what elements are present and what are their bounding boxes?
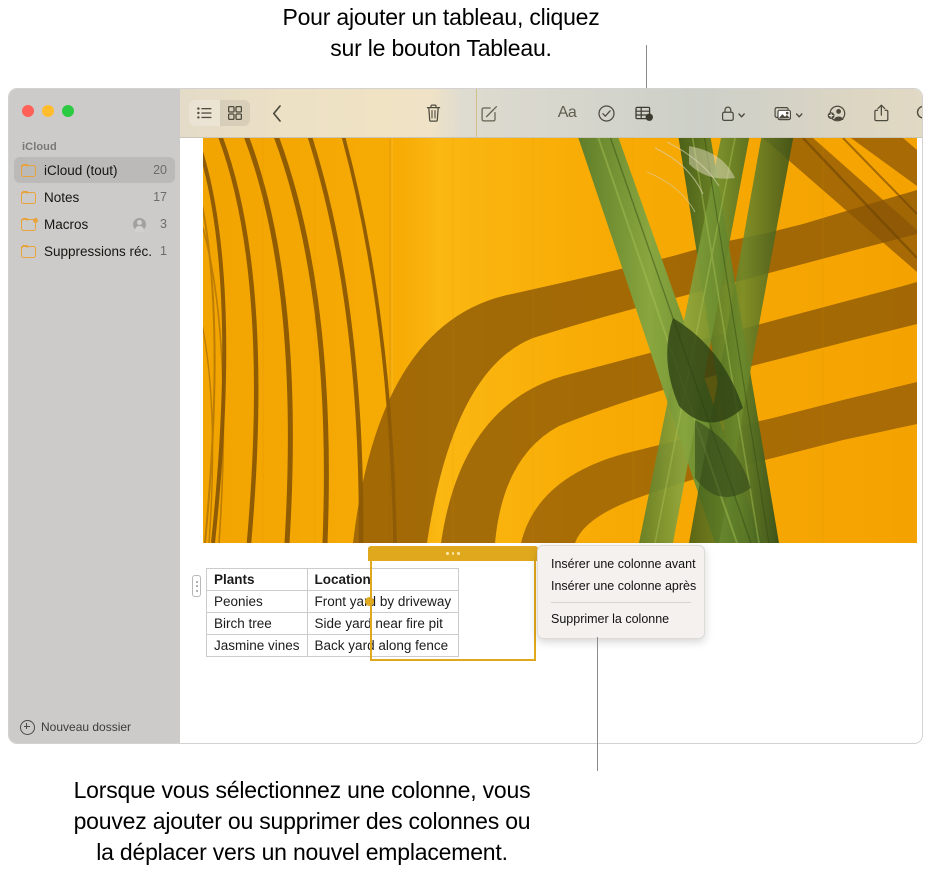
table-row: Peonies Front yard by driveway <box>206 590 460 613</box>
sidebar-item-count: 1 <box>160 244 167 258</box>
sidebar-item-label: Macros <box>44 216 89 232</box>
table-header-row: Plants Location <box>206 568 460 591</box>
sidebar-item-count: 17 <box>153 190 167 204</box>
table-button[interactable] <box>630 100 658 126</box>
folder-icon <box>21 244 37 258</box>
column-drag-handle[interactable] <box>368 546 538 561</box>
table-row: Birch tree Side yard near fire pit <box>206 612 460 635</box>
close-button[interactable] <box>22 105 34 117</box>
table-cell[interactable]: Back yard along fence <box>306 634 460 657</box>
table-cell[interactable]: Side yard near fire pit <box>306 612 460 635</box>
sidebar-section-title: iCloud <box>22 141 57 153</box>
sidebar-item-label: Suppressions réc... <box>44 243 153 259</box>
folder-icon <box>21 163 37 177</box>
column-context-menu[interactable]: Insérer une colonne avant Insérer une co… <box>537 545 705 639</box>
media-button[interactable] <box>770 100 810 126</box>
table-header-cell[interactable]: Plants <box>206 568 308 591</box>
sidebar-item-count: 3 <box>160 217 167 231</box>
list-view-button[interactable] <box>189 100 220 126</box>
table-row: Jasmine vines Back yard along fence <box>206 634 460 657</box>
note-photo <box>203 138 917 543</box>
sidebar: iCloud iCloud (tout) 20 Notes 17 Macros … <box>9 89 180 743</box>
table-cell[interactable]: Front yard by driveway <box>306 590 460 613</box>
callout-top-text: Pour ajouter un tableau, cliquez sur le … <box>282 4 600 61</box>
add-people-button[interactable] <box>823 100 851 126</box>
checklist-button[interactable] <box>593 100 619 126</box>
share-button[interactable] <box>868 100 894 126</box>
search-button[interactable] <box>911 100 922 126</box>
person-icon <box>133 217 146 232</box>
minimize-button[interactable] <box>42 105 54 117</box>
sidebar-item-notes[interactable]: Notes 17 <box>14 184 175 210</box>
menu-item-insert-column-before[interactable]: Insérer une colonne avant <box>538 553 704 575</box>
plus-circle-icon <box>20 719 35 735</box>
back-button[interactable] <box>266 100 288 126</box>
note-table[interactable]: Plants Location Peonies Front yard by dr… <box>206 568 460 657</box>
new-folder-button[interactable]: Nouveau dossier <box>9 711 180 743</box>
toolbar: Aa <box>180 89 922 138</box>
view-mode-segmented-control[interactable] <box>189 100 250 126</box>
table-cell[interactable]: Peonies <box>206 590 308 613</box>
sidebar-item-label: iCloud (tout) <box>44 162 118 178</box>
format-button[interactable]: Aa <box>552 100 582 126</box>
row-drag-handle[interactable] <box>192 575 201 597</box>
sidebar-item-macros[interactable]: Macros 3 <box>14 211 175 237</box>
shared-folder-icon <box>21 217 38 231</box>
menu-item-insert-column-after[interactable]: Insérer une colonne après <box>538 575 704 597</box>
callout-bottom-leader-line <box>597 637 599 771</box>
column-resize-handle[interactable] <box>365 597 374 606</box>
sidebar-item-label: Notes <box>44 189 80 205</box>
sidebar-item-count: 20 <box>153 163 167 177</box>
delete-button[interactable] <box>421 100 445 126</box>
sidebar-list: iCloud (tout) 20 Notes 17 Macros 3 Suppr… <box>14 157 175 265</box>
compose-button[interactable] <box>473 100 505 126</box>
new-folder-label: Nouveau dossier <box>41 720 132 734</box>
sidebar-item-icloud-all[interactable]: iCloud (tout) 20 <box>14 157 175 183</box>
table-header-cell[interactable]: Location <box>306 568 460 591</box>
notes-app-window: iCloud iCloud (tout) 20 Notes 17 Macros … <box>8 88 923 744</box>
table-cell[interactable]: Birch tree <box>206 612 308 635</box>
sidebar-item-recently-deleted[interactable]: Suppressions réc... 1 <box>14 238 175 264</box>
callout-bottom-text: Lorsque vous sélectionnez une colonne, v… <box>73 777 531 865</box>
menu-separator <box>551 602 691 603</box>
table-cell[interactable]: Jasmine vines <box>206 634 308 657</box>
folder-icon <box>21 190 37 204</box>
menu-item-delete-column[interactable]: Supprimer la colonne <box>538 608 704 630</box>
content-pane: Aa Plants Location Peonies Front yard by… <box>180 89 922 743</box>
grid-view-button[interactable] <box>219 100 250 126</box>
lock-button[interactable] <box>717 100 751 126</box>
zoom-button[interactable] <box>62 105 74 117</box>
window-controls <box>22 105 74 117</box>
